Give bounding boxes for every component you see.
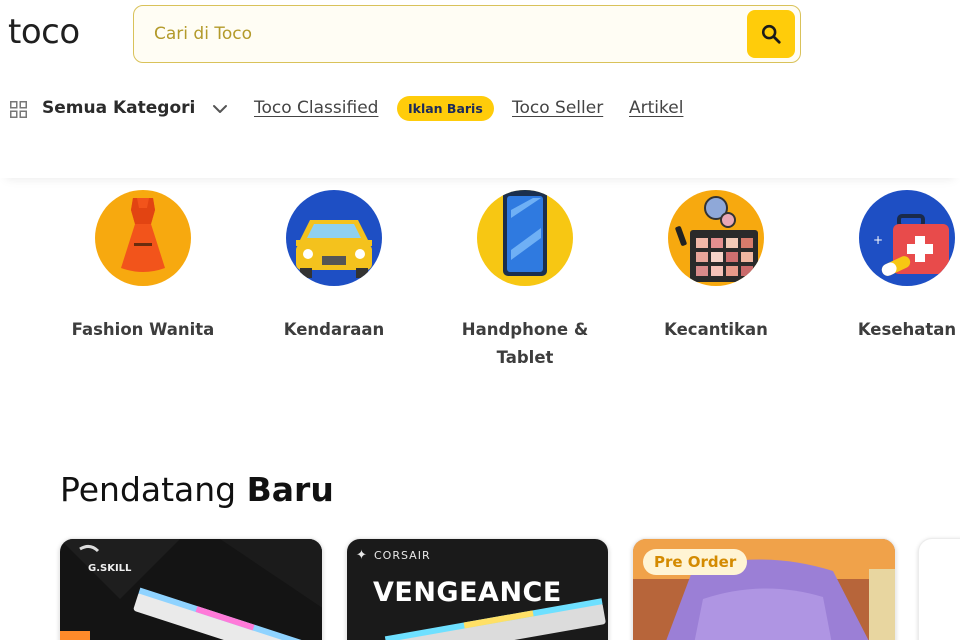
category-handphone-tablet[interactable]: Handphone & Tablet <box>440 190 610 372</box>
header: toco Semua Kategori Toco Classified Ikla… <box>0 0 960 178</box>
category-kendaraan[interactable]: Kendaraan <box>249 190 419 344</box>
brand-label: G.SKILL <box>88 563 132 574</box>
car-icon <box>286 190 382 286</box>
section-title: Pendatang Baru <box>60 470 334 509</box>
category-label: Kendaraan <box>283 320 385 339</box>
chevron-down-icon[interactable] <box>211 100 229 118</box>
sail-logo-icon: ✦ <box>356 548 367 563</box>
category-fashion-wanita[interactable]: Fashion Wanita <box>58 190 228 344</box>
dress-icon <box>95 190 191 286</box>
category-label: Kesehatan <box>857 320 957 339</box>
toco-classified-link[interactable]: Toco Classified <box>254 98 378 118</box>
search-bar <box>133 5 801 63</box>
nav-bar: Semua Kategori Toco Classified Iklan Bar… <box>0 92 960 126</box>
product-image <box>60 539 322 640</box>
category-label: Handphone & Tablet <box>461 320 589 367</box>
brand-label: CORSAIR <box>374 549 431 562</box>
pre-order-badge: Pre Order <box>643 549 748 575</box>
toco-seller-link[interactable]: Toco Seller <box>512 98 603 118</box>
category-label: Kecantikan <box>664 320 768 339</box>
category-label: Fashion Wanita <box>71 320 215 339</box>
section-title-bold: Baru <box>246 470 334 509</box>
product-card[interactable] <box>918 538 960 640</box>
search-icon <box>761 24 781 44</box>
grid-icon <box>10 101 27 118</box>
category-kesehatan[interactable]: + Kesehatan <box>822 190 960 344</box>
first-aid-kit-icon: + <box>859 190 955 286</box>
all-categories-menu[interactable]: Semua Kategori <box>42 98 195 118</box>
search-button[interactable] <box>747 10 795 58</box>
product-card[interactable]: ✦ CORSAIR VENGEANCE <box>346 538 609 640</box>
product-title: VENGEANCE <box>373 577 562 608</box>
toco-logo[interactable]: toco <box>8 12 80 52</box>
makeup-palette-icon <box>668 190 764 286</box>
section-title-light: Pendatang <box>60 470 237 509</box>
iklan-baris-badge[interactable]: Iklan Baris <box>397 96 494 121</box>
svg-text:+: + <box>873 233 883 247</box>
smartphone-icon <box>477 190 573 286</box>
category-kecantikan[interactable]: Kecantikan <box>631 190 801 344</box>
artikel-link[interactable]: Artikel <box>629 98 683 118</box>
product-card[interactable]: G.SKILL <box>59 538 323 640</box>
product-card[interactable]: Pre Order <box>632 538 896 640</box>
search-input[interactable] <box>154 6 734 61</box>
